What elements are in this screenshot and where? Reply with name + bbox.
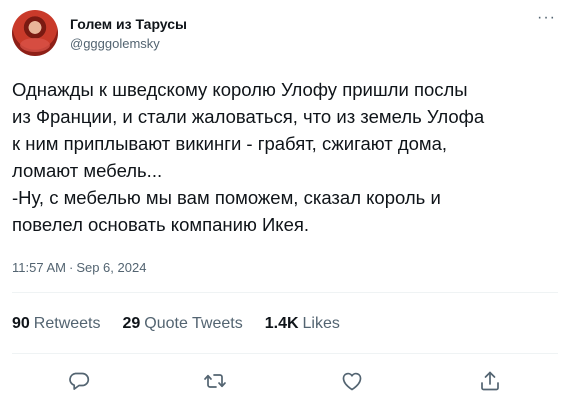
quote-tweets-label: Quote Tweets [144,315,243,332]
likes-label: Likes [302,315,340,332]
likes-count: 1.4K [264,315,299,332]
likes-stat[interactable]: 1.4K Likes [265,314,340,334]
display-name[interactable]: Голем из Тарусы [70,15,187,33]
divider [12,292,558,293]
tweet-timestamp[interactable]: 11:57 AM · Sep 6, 2024 [12,259,146,277]
share-button[interactable] [472,363,508,399]
tweet-text: Однажды к шведскому королю Улофу пришли … [12,79,485,235]
reply-icon [69,372,90,390]
tweet-date: Sep 6, 2024 [76,260,147,275]
reply-button[interactable] [61,363,97,399]
retweet-icon [204,374,226,388]
like-icon [342,372,362,391]
engagement-stats: 90 Retweets 29 Quote Tweets 1.4K Likes [12,314,362,334]
avatar-image [20,38,50,52]
like-button[interactable] [334,363,370,399]
action-bar [0,357,570,401]
avatar[interactable] [12,10,58,56]
quote-tweets-stat[interactable]: 29 Quote Tweets [123,314,243,334]
more-options-icon[interactable]: ··· [537,10,556,26]
quote-tweets-count: 29 [122,315,141,332]
user-handle[interactable]: @ggggolemsky [70,36,160,52]
timestamp-separator: · [68,260,74,275]
tweet-card: Голем из Тарусы @ggggolemsky ··· Однажды… [0,0,570,411]
retweet-button[interactable] [197,363,233,399]
retweets-stat[interactable]: 90 Retweets [12,314,101,334]
retweets-label: Retweets [33,315,101,332]
tweet-time: 11:57 AM [12,260,66,275]
retweets-count: 90 [12,315,30,332]
divider [12,353,558,354]
share-icon [481,371,499,391]
